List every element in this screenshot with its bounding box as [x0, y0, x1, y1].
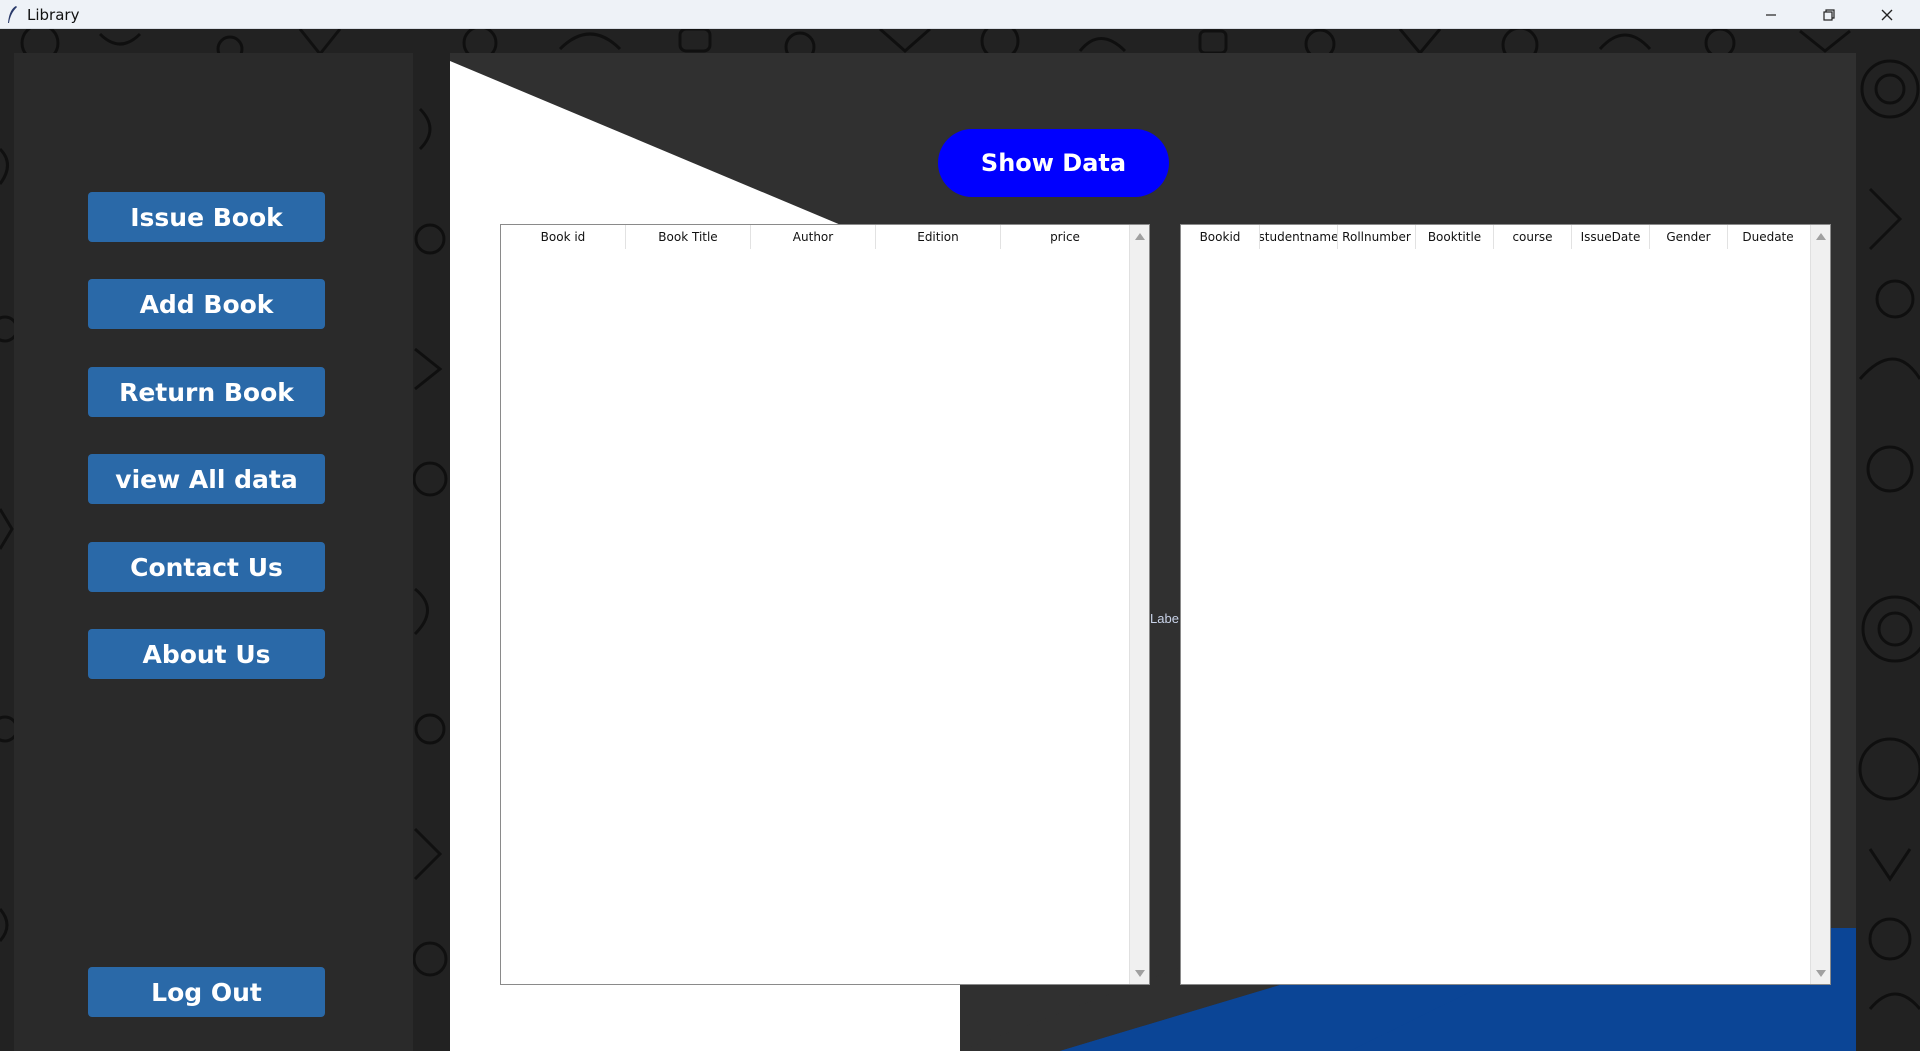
window-title: Library [27, 6, 80, 24]
col-course[interactable]: course [1494, 225, 1572, 249]
books-table-scrollbar[interactable] [1129, 225, 1149, 984]
return-book-button[interactable]: Return Book [88, 367, 325, 417]
contact-us-button[interactable]: Contact Us [88, 542, 325, 592]
add-book-button[interactable]: Add Book [88, 279, 325, 329]
minimize-icon [1766, 13, 1776, 16]
ghost-label: Labe [1150, 611, 1179, 626]
books-table-header: Book id Book Title Author Edition price [501, 225, 1129, 249]
close-button[interactable] [1858, 0, 1916, 29]
books-table[interactable]: Book id Book Title Author Edition price [500, 224, 1150, 985]
col-edition[interactable]: Edition [876, 225, 1001, 249]
minimize-button[interactable] [1742, 0, 1800, 29]
scroll-up-arrow-icon[interactable] [1811, 227, 1831, 245]
show-data-button[interactable]: Show Data [938, 129, 1169, 197]
col-studentname[interactable]: studentname [1260, 225, 1338, 249]
view-all-data-button[interactable]: view All data [88, 454, 325, 504]
close-icon [1881, 9, 1893, 20]
scroll-down-arrow-icon[interactable] [1811, 964, 1831, 982]
col-duedate[interactable]: Duedate [1728, 225, 1808, 249]
main-panel: Show Data Labe Book id Book Title Author… [450, 53, 1856, 1051]
about-us-button[interactable]: About Us [88, 629, 325, 679]
col-booktitle[interactable]: Booktitle [1416, 225, 1494, 249]
col-bookid[interactable]: Bookid [1181, 225, 1260, 249]
col-book-id[interactable]: Book id [501, 225, 626, 249]
scroll-up-arrow-icon[interactable] [1130, 227, 1150, 245]
scroll-down-arrow-icon[interactable] [1130, 964, 1150, 982]
issued-books-table[interactable]: Bookid studentname Rollnumber Booktitle … [1180, 224, 1831, 985]
col-price[interactable]: price [1001, 225, 1129, 249]
feather-icon [8, 6, 17, 23]
restore-icon [1823, 8, 1835, 21]
restore-button[interactable] [1800, 0, 1858, 29]
issue-book-button[interactable]: Issue Book [88, 192, 325, 242]
col-rollnumber[interactable]: Rollnumber [1338, 225, 1416, 249]
col-gender[interactable]: Gender [1650, 225, 1728, 249]
issued-table-header: Bookid studentname Rollnumber Booktitle … [1181, 225, 1810, 249]
issued-table-scrollbar[interactable] [1810, 225, 1830, 984]
col-book-title[interactable]: Book Title [626, 225, 751, 249]
sidebar: Issue Book Add Book Return Book view All… [14, 53, 413, 1051]
title-bar: Library [0, 0, 1920, 29]
col-author[interactable]: Author [751, 225, 876, 249]
col-issuedate[interactable]: IssueDate [1572, 225, 1650, 249]
log-out-button[interactable]: Log Out [88, 967, 325, 1017]
